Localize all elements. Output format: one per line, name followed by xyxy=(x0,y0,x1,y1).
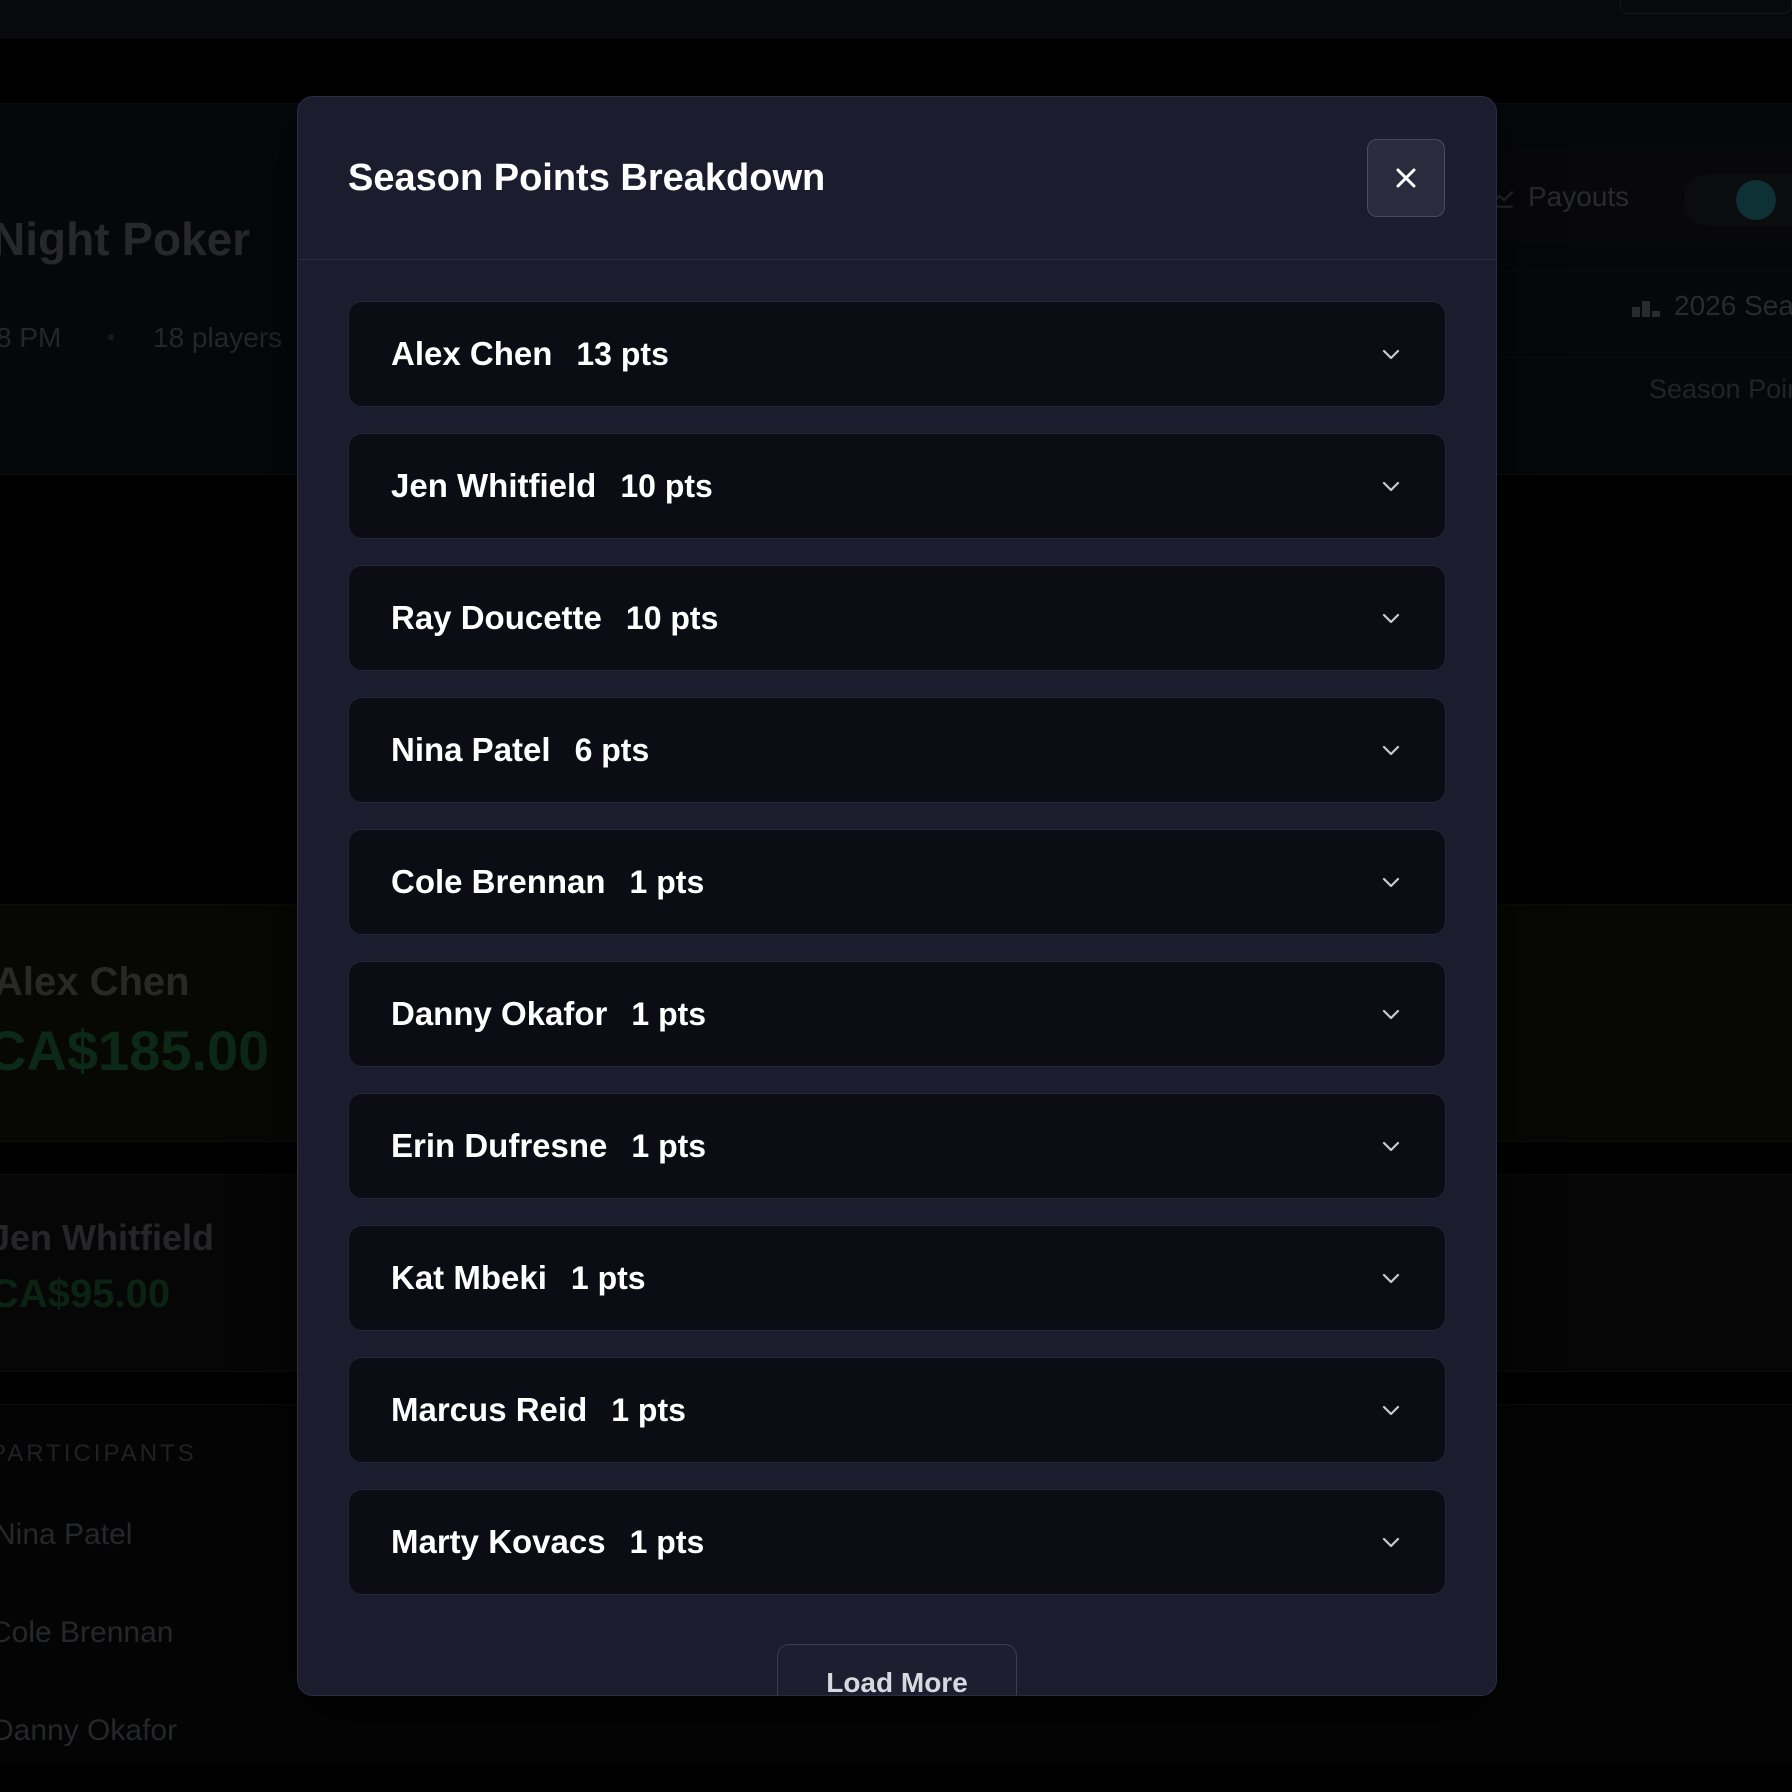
chevron-down-icon xyxy=(1382,1405,1400,1416)
player-name: Alex Chen xyxy=(391,335,553,372)
player-points-row[interactable]: Marty Kovacs 1 pts xyxy=(348,1489,1446,1595)
close-button[interactable] xyxy=(1367,139,1445,217)
season-points-modal: Season Points Breakdown Alex Chen 13 pts… xyxy=(297,96,1497,1696)
chevron-down-icon xyxy=(1382,1537,1400,1548)
player-points-row[interactable]: Alex Chen 13 pts xyxy=(348,301,1446,407)
player-name: Kat Mbeki xyxy=(391,1259,547,1296)
close-icon xyxy=(1396,168,1416,188)
chevron-down-icon xyxy=(1382,877,1400,888)
player-name: Jen Whitfield xyxy=(391,467,597,504)
player-points-row[interactable]: Nina Patel 6 pts xyxy=(348,697,1446,803)
chevron-down-icon xyxy=(1382,745,1400,756)
player-name: Cole Brennan xyxy=(391,863,606,900)
player-points-row[interactable]: Cole Brennan 1 pts xyxy=(348,829,1446,935)
points-list: Alex Chen 13 pts Jen Whitfield 10 pts Ra… xyxy=(348,301,1446,1621)
player-name: Nina Patel xyxy=(391,731,551,768)
load-more-button[interactable]: Load More xyxy=(777,1644,1017,1695)
player-name: Danny Okafor xyxy=(391,995,608,1032)
player-points: 1 pts xyxy=(631,1127,707,1164)
player-points-row[interactable]: Jen Whitfield 10 pts xyxy=(348,433,1446,539)
player-points-row[interactable]: Kat Mbeki 1 pts xyxy=(348,1225,1446,1331)
player-points-row[interactable]: Ray Doucette 10 pts xyxy=(348,565,1446,671)
chevron-down-icon xyxy=(1382,481,1400,492)
modal-header: Season Points Breakdown xyxy=(298,97,1496,260)
player-name: Marty Kovacs xyxy=(391,1523,606,1560)
chevron-down-icon xyxy=(1382,1009,1400,1020)
player-points: 1 pts xyxy=(570,1259,646,1296)
chevron-down-icon xyxy=(1382,349,1400,360)
player-points-row[interactable]: Marcus Reid 1 pts xyxy=(348,1357,1446,1463)
player-points-row[interactable]: Danny Okafor 1 pts xyxy=(348,961,1446,1067)
chevron-down-icon xyxy=(1382,1141,1400,1152)
player-name: Ray Doucette xyxy=(391,599,602,636)
player-points: 10 pts xyxy=(625,599,719,636)
player-name: Erin Dufresne xyxy=(391,1127,608,1164)
chevron-down-icon xyxy=(1382,613,1400,624)
player-points: 6 pts xyxy=(574,731,650,768)
modal-title: Season Points Breakdown xyxy=(348,157,826,199)
player-points-row[interactable]: Erin Dufresne 1 pts xyxy=(348,1093,1446,1199)
player-points: 1 pts xyxy=(629,863,705,900)
player-points: 1 pts xyxy=(611,1391,686,1428)
chevron-down-icon xyxy=(1382,1273,1400,1284)
player-points: 1 pts xyxy=(631,995,707,1032)
player-points: 1 pts xyxy=(629,1523,705,1560)
player-name: Marcus Reid xyxy=(391,1391,588,1428)
player-points: 10 pts xyxy=(620,467,713,504)
player-points: 13 pts xyxy=(576,335,669,372)
